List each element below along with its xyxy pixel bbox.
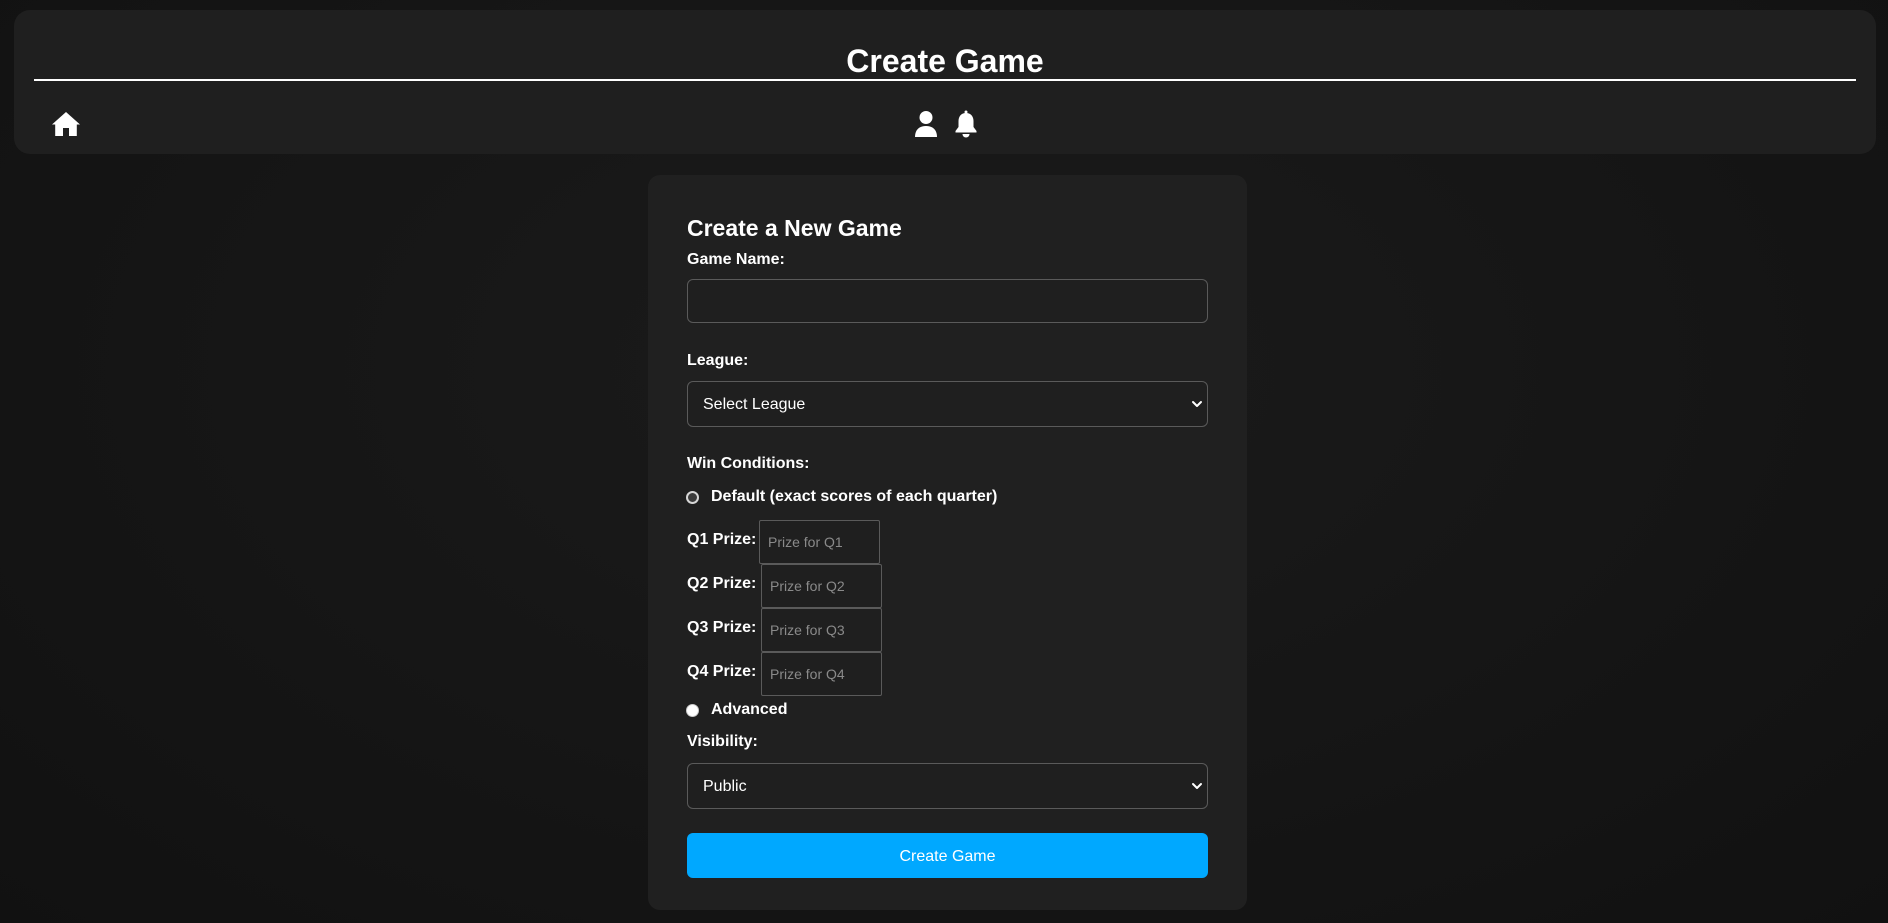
bell-icon bbox=[955, 110, 977, 138]
form-heading: Create a New Game bbox=[687, 215, 902, 241]
visibility-label: Visibility: bbox=[687, 733, 758, 750]
home-icon bbox=[52, 112, 80, 136]
win-conditions-label: Win Conditions: bbox=[687, 455, 810, 472]
q2-prize-label: Q2 Prize: bbox=[687, 575, 757, 592]
league-label: League: bbox=[687, 352, 749, 369]
q4-prize-label: Q4 Prize: bbox=[687, 663, 757, 680]
chevron-down-icon bbox=[1192, 783, 1202, 789]
create-game-button[interactable]: Create Game bbox=[687, 833, 1208, 878]
advanced-radio[interactable] bbox=[686, 703, 699, 717]
home-button[interactable] bbox=[50, 108, 82, 140]
q1-prize-label: Q1 Prize: bbox=[687, 531, 757, 548]
q3-prize-input[interactable] bbox=[761, 608, 882, 652]
win-condition-advanced-option[interactable]: Advanced bbox=[686, 699, 787, 721]
notifications-button[interactable] bbox=[950, 108, 982, 140]
default-radio[interactable] bbox=[686, 490, 699, 504]
app-header: Create Game bbox=[14, 10, 1876, 154]
league-selected-value: Select League bbox=[703, 396, 806, 413]
profile-button[interactable] bbox=[910, 108, 942, 140]
q2-prize-input[interactable] bbox=[761, 564, 882, 608]
advanced-radio-label: Advanced bbox=[711, 701, 788, 718]
league-select[interactable]: Select League bbox=[687, 381, 1208, 427]
visibility-select[interactable]: Public bbox=[687, 763, 1208, 809]
game-name-input[interactable] bbox=[687, 279, 1208, 323]
user-icon bbox=[915, 111, 937, 137]
chevron-down-icon bbox=[1192, 401, 1202, 407]
page-title: Create Game bbox=[846, 43, 1044, 79]
header-divider bbox=[34, 79, 1856, 81]
q4-prize-input[interactable] bbox=[761, 652, 882, 696]
create-game-form: Create a New Game Game Name: League: Sel… bbox=[648, 175, 1247, 910]
game-name-label: Game Name: bbox=[687, 251, 785, 268]
default-radio-label: Default (exact scores of each quarter) bbox=[711, 488, 998, 505]
q1-prize-input[interactable] bbox=[759, 520, 880, 564]
win-condition-default-option[interactable]: Default (exact scores of each quarter) bbox=[686, 486, 997, 508]
q3-prize-label: Q3 Prize: bbox=[687, 619, 757, 636]
visibility-selected-value: Public bbox=[703, 778, 747, 795]
